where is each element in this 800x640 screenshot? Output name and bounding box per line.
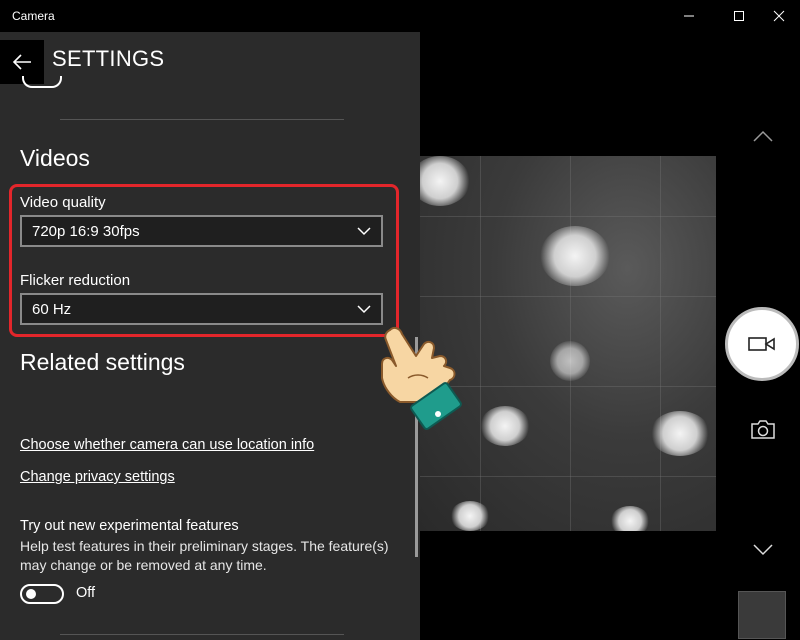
privacy-settings-link[interactable]: Change privacy settings (20, 469, 175, 485)
last-capture-thumbnail[interactable] (738, 591, 786, 639)
video-camera-icon (748, 337, 775, 351)
photo-mode-button[interactable] (742, 412, 784, 446)
settings-pane: SETTINGS Videos Video quality 720p 16:9 … (0, 32, 420, 640)
scroll-up-button[interactable] (742, 124, 784, 148)
settings-title: SETTINGS (52, 46, 165, 71)
videos-heading: Videos (20, 145, 90, 171)
maximize-icon (734, 11, 744, 21)
experimental-title: Try out new experimental features (20, 518, 239, 534)
highlight-box (9, 184, 399, 337)
photo-camera-icon (751, 420, 775, 439)
experimental-toggle[interactable] (20, 584, 64, 604)
section-divider (60, 634, 344, 635)
toggle-knob (26, 589, 36, 599)
location-info-link[interactable]: Choose whether camera can use location i… (20, 437, 314, 453)
title-bar: Camera (0, 0, 800, 32)
pointing-hand-icon (381, 326, 462, 430)
experimental-description: Help test features in their preliminary … (20, 538, 389, 573)
arrow-left-icon (12, 54, 31, 70)
scroll-down-button[interactable] (742, 538, 784, 562)
related-settings-heading: Related settings (20, 349, 185, 375)
minimize-button[interactable] (666, 0, 712, 32)
minimize-icon (684, 15, 694, 17)
close-button[interactable] (756, 0, 800, 32)
toggle-state-label: Off (76, 585, 96, 601)
partial-toggle[interactable] (22, 76, 62, 88)
section-divider (60, 119, 344, 120)
close-icon (773, 10, 785, 22)
chevron-down-icon (753, 544, 773, 556)
chevron-up-icon (753, 130, 773, 142)
record-video-button[interactable] (725, 307, 799, 381)
app-title: Camera (12, 9, 55, 23)
